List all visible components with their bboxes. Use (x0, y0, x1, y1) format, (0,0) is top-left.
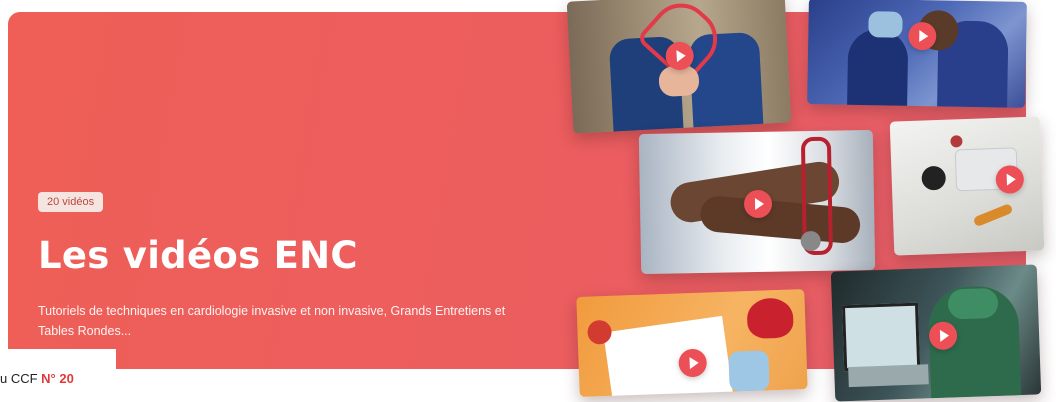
banner-description: Tutoriels de techniques en cardiologie i… (38, 304, 506, 338)
video-thumbnail-heart-stethoscope[interactable] (566, 0, 792, 134)
video-count-badge: 20 vidéos (38, 192, 104, 212)
issue-caption: u CCF N° 20 (0, 349, 116, 401)
video-thumbnail-ecg-heart[interactable] (576, 289, 808, 397)
video-thumbnail-stethoscope-pills[interactable] (889, 116, 1045, 256)
video-thumbnail-doctor-stethoscope[interactable] (638, 129, 876, 275)
video-thumbnail-surgeon-monitors[interactable] (830, 264, 1042, 402)
play-icon[interactable] (995, 165, 1025, 194)
caption-text: u CCF N° 20 (0, 371, 74, 386)
video-thumbnail-surgeons[interactable] (807, 0, 1027, 108)
banner-title[interactable]: Les vidéos ENC (38, 234, 358, 277)
issue-number: N° 20 (41, 371, 74, 386)
